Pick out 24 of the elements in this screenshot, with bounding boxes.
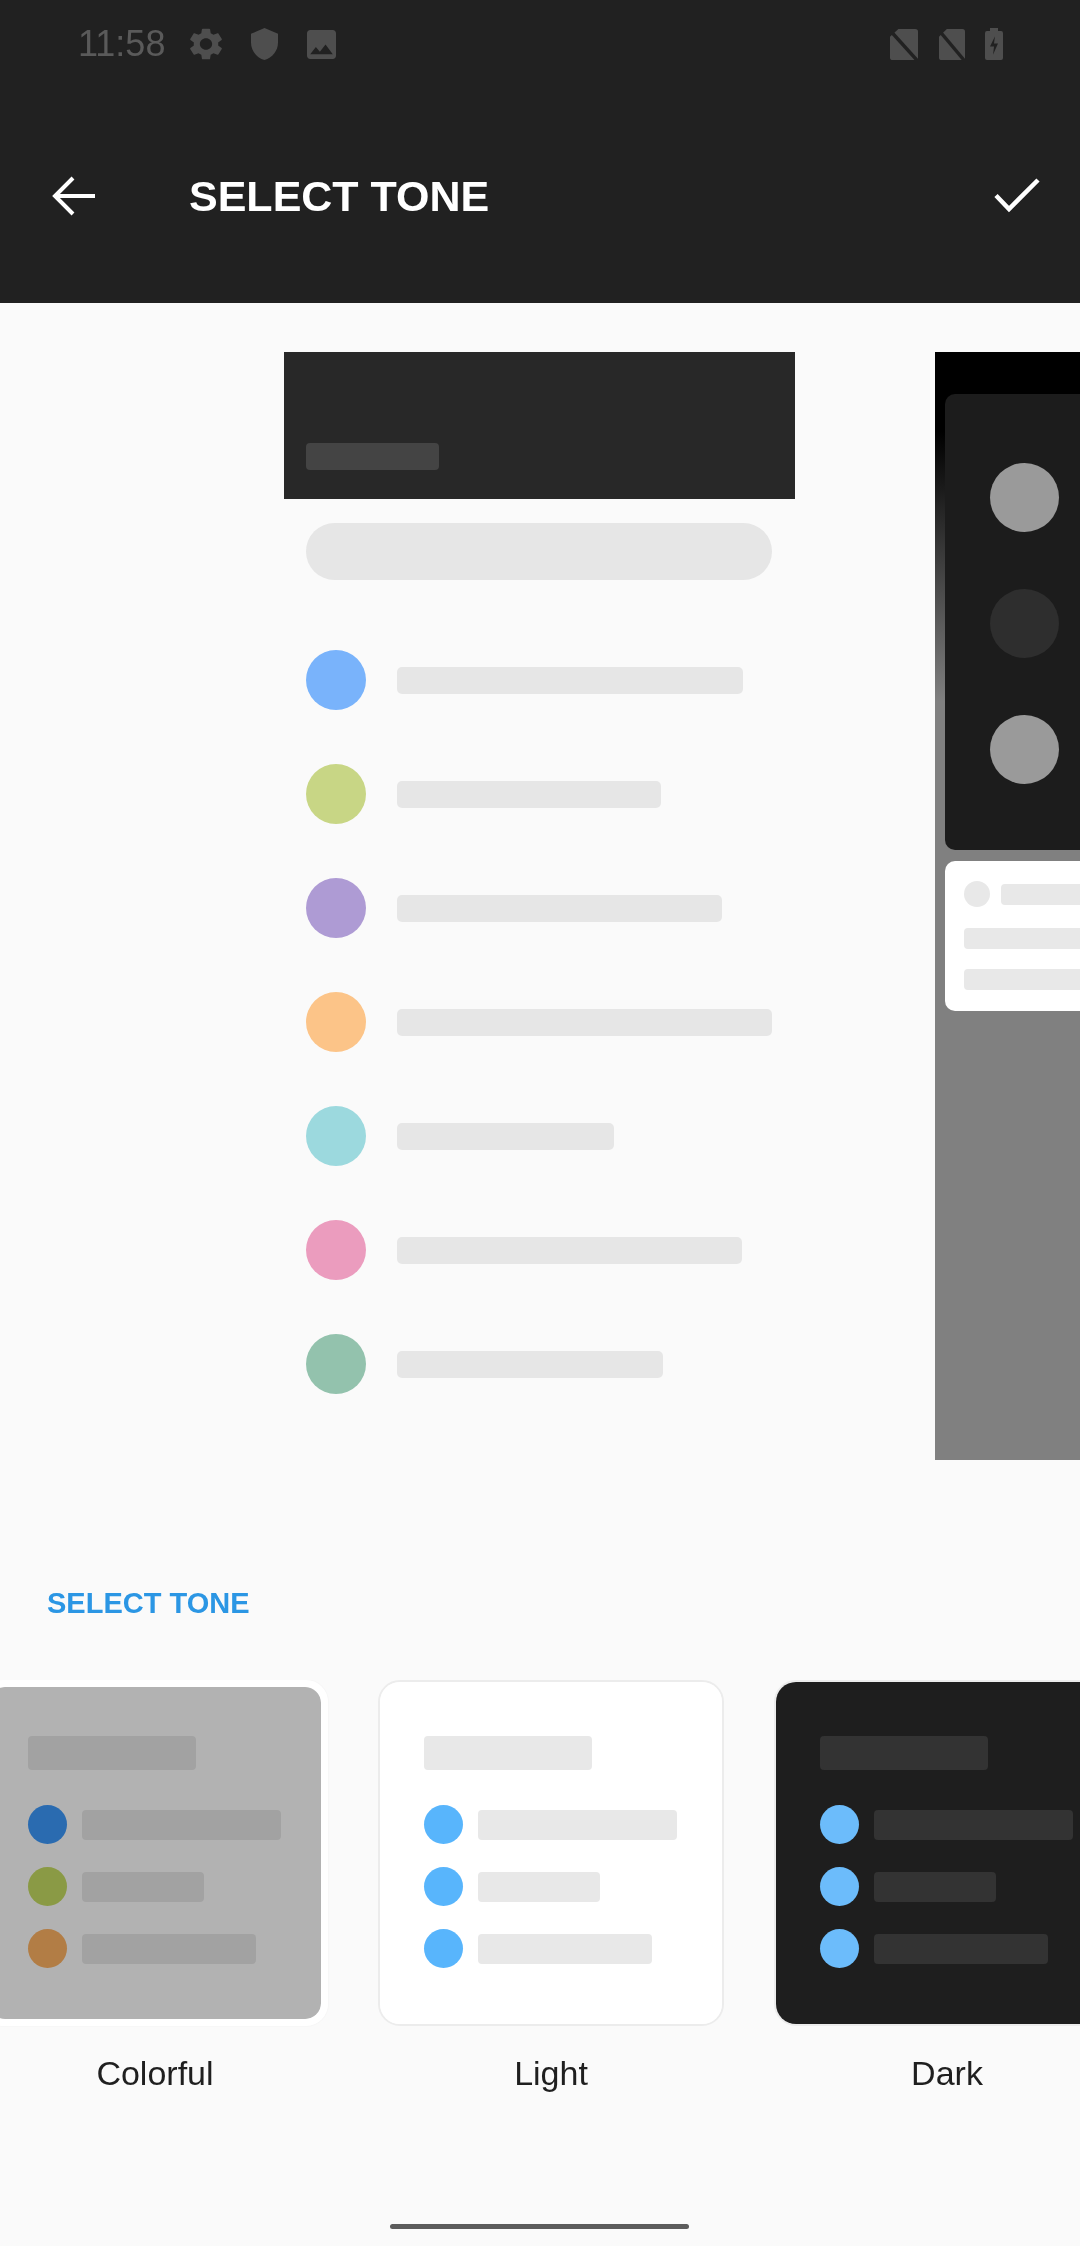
tone-label: Light xyxy=(514,2053,588,2093)
no-sim-icon xyxy=(939,28,965,60)
dot-icon xyxy=(424,1805,463,1844)
status-time: 11:58 xyxy=(78,24,166,64)
dot-icon xyxy=(28,1867,67,1906)
tone-card[interactable] xyxy=(774,1680,1080,2026)
dot-icon xyxy=(820,1929,859,1968)
dot-icon xyxy=(820,1805,859,1844)
image-icon xyxy=(307,29,337,59)
gear-icon xyxy=(190,28,223,60)
dot-icon xyxy=(28,1805,67,1844)
tone-label: Colorful xyxy=(96,2053,214,2093)
checkmark-icon xyxy=(994,178,1040,213)
dot-icon xyxy=(28,1929,67,1968)
screen-title: SELECT TONE xyxy=(189,170,491,221)
shield-icon xyxy=(251,28,279,60)
no-sim-icon xyxy=(890,28,918,60)
dot-icon xyxy=(424,1929,463,1968)
section-title: SELECT TONE xyxy=(47,1586,250,1620)
dot-icon xyxy=(820,1867,859,1906)
dot-icon xyxy=(424,1867,463,1906)
back-arrow-icon xyxy=(52,175,95,216)
tone-label: Dark xyxy=(911,2053,983,2093)
battery-charging-icon xyxy=(985,28,1003,60)
